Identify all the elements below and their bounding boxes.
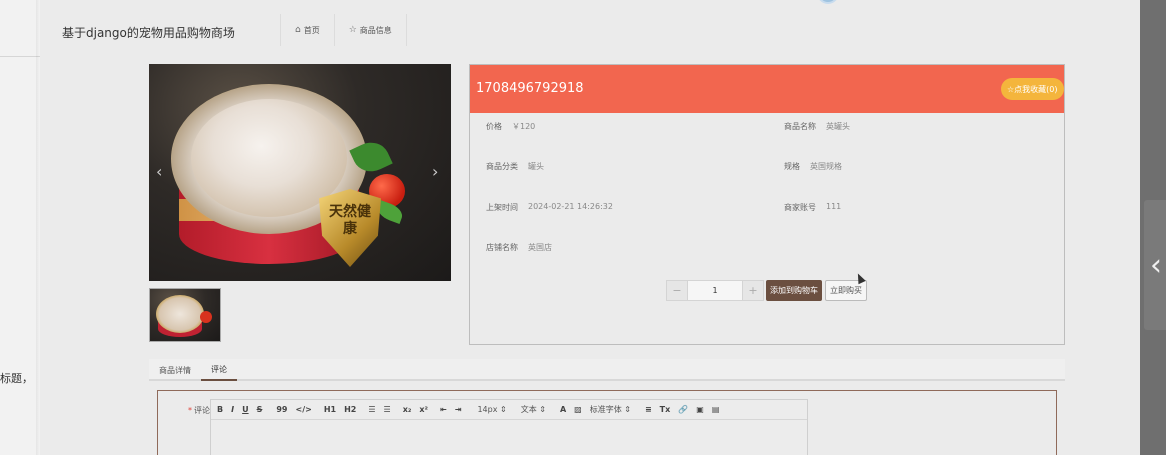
- strikethrough-icon[interactable]: S: [257, 405, 263, 414]
- field-label: 规格: [784, 162, 800, 171]
- spec-value: 英国规格: [810, 162, 842, 171]
- link-icon[interactable]: 🔗: [678, 405, 688, 414]
- subscript-icon[interactable]: x₂: [403, 405, 412, 414]
- field-label: 店铺名称: [486, 243, 518, 252]
- clear-format-icon[interactable]: Tx: [660, 405, 671, 414]
- background-page-right: ‹: [1140, 0, 1166, 455]
- nav-label: 首页: [303, 25, 320, 35]
- shop-row: 店铺名称 英国店: [486, 242, 552, 253]
- price-row: 价格 ￥120: [486, 121, 535, 132]
- code-icon[interactable]: </>: [296, 405, 312, 414]
- bold-icon[interactable]: B: [217, 405, 223, 414]
- product-title: 1708496792918: [476, 81, 584, 96]
- italic-icon[interactable]: I: [231, 405, 234, 414]
- outdent-icon[interactable]: ⇤: [440, 405, 447, 414]
- comment-label: * 评论: [188, 406, 210, 415]
- home-icon: ⌂: [295, 25, 301, 35]
- comment-form: * 评论 B I U S 99 </> H1 H2 ☰ ☰ x₂ x² ⇤ ⇥ 1…: [157, 390, 1057, 455]
- heading2-icon[interactable]: H2: [344, 405, 356, 414]
- nav-item-home[interactable]: ⌂ 首页: [280, 14, 334, 46]
- font-family-select[interactable]: 标准字体 ⇕: [590, 404, 631, 415]
- image-icon[interactable]: ▣: [696, 405, 704, 414]
- rich-text-editor[interactable]: B I U S 99 </> H1 H2 ☰ ☰ x₂ x² ⇤ ⇥ 14px …: [210, 399, 808, 455]
- tab-comments[interactable]: 评论: [201, 359, 237, 381]
- star-icon: ☆: [348, 25, 357, 35]
- quantity-input[interactable]: 1: [687, 281, 743, 300]
- account-value: 111: [826, 202, 842, 211]
- product-header: 1708496792918 ☆点我收藏(0): [470, 65, 1064, 113]
- detail-tabs: 商品详情 评论: [149, 359, 1065, 381]
- quantity-decrement-button[interactable]: −: [667, 281, 687, 300]
- required-mark: *: [188, 406, 192, 415]
- font-size-select[interactable]: 14px ⇕: [477, 405, 506, 414]
- text-color-icon[interactable]: A: [560, 405, 566, 414]
- underline-icon[interactable]: U: [242, 405, 249, 414]
- superscript-icon[interactable]: x²: [419, 405, 428, 414]
- chevron-left-icon[interactable]: ‹: [1150, 248, 1162, 283]
- text-type-select[interactable]: 文本 ⇕: [521, 404, 546, 415]
- field-label: 商品名称: [784, 122, 816, 131]
- shield-text: 天然健康: [329, 204, 371, 237]
- editor-toolbar: B I U S 99 </> H1 H2 ☰ ☰ x₂ x² ⇤ ⇥ 14px …: [211, 400, 807, 420]
- time-row: 上架时间 2024-02-21 14:26:32: [486, 202, 613, 213]
- background-text: 标题，: [0, 372, 33, 385]
- product-image-carousel[interactable]: 天然健康 ‹ ›: [149, 64, 451, 281]
- heading1-icon[interactable]: H1: [324, 405, 336, 414]
- background-page-left: 标题，: [0, 0, 40, 455]
- product-thumbnail[interactable]: [149, 288, 221, 342]
- ordered-list-icon[interactable]: ☰: [368, 405, 375, 414]
- product-detail-page: 基于django的宠物用品购物商场 ⌂ 首页 ☆ 商品信息 天然健康 ‹ › 1…: [40, 0, 1140, 455]
- background-color-icon[interactable]: ▨: [574, 405, 582, 414]
- spec-row: 规格 英国规格: [784, 161, 842, 172]
- shop-value: 英国店: [528, 243, 552, 252]
- video-icon[interactable]: ▤: [712, 405, 720, 414]
- site-title: 基于django的宠物用品购物商场: [62, 26, 235, 40]
- add-to-cart-button[interactable]: 添加到购物车: [766, 280, 822, 301]
- bullet-list-icon[interactable]: ☰: [384, 405, 391, 414]
- align-icon[interactable]: ≡: [645, 405, 652, 414]
- carousel-prev-icon[interactable]: ‹: [156, 162, 162, 181]
- category-row: 商品分类 罐头: [486, 161, 544, 172]
- quantity-stepper: − 1 +: [666, 280, 764, 301]
- category-value: 罐头: [528, 162, 544, 171]
- divider: [0, 56, 40, 57]
- nav-item-products[interactable]: ☆ 商品信息: [333, 14, 407, 46]
- quantity-increment-button[interactable]: +: [743, 281, 763, 300]
- quote-icon[interactable]: 99: [276, 405, 287, 414]
- tab-product-detail[interactable]: 商品详情: [149, 359, 201, 381]
- top-nav: ⌂ 首页 ☆ 商品信息: [280, 14, 407, 46]
- name-value: 英罐头: [826, 122, 850, 131]
- field-label: 上架时间: [486, 203, 518, 212]
- name-row: 商品名称 英罐头: [784, 121, 850, 132]
- price-value: ￥120: [512, 122, 536, 131]
- field-label: 商家账号: [784, 203, 816, 212]
- time-value: 2024-02-21 14:26:32: [528, 202, 613, 211]
- indent-icon[interactable]: ⇥: [455, 405, 462, 414]
- product-info-panel: 1708496792918 ☆点我收藏(0) 价格 ￥120 商品名称 英罐头 …: [469, 64, 1065, 345]
- loading-indicator-icon: [817, 0, 839, 4]
- field-label: 商品分类: [486, 162, 518, 171]
- nav-label: 商品信息: [359, 25, 392, 35]
- field-label: 价格: [486, 122, 502, 131]
- account-row: 商家账号 111: [784, 202, 841, 213]
- carousel-next-icon[interactable]: ›: [432, 162, 438, 181]
- favorite-button[interactable]: ☆点我收藏(0): [1001, 78, 1064, 100]
